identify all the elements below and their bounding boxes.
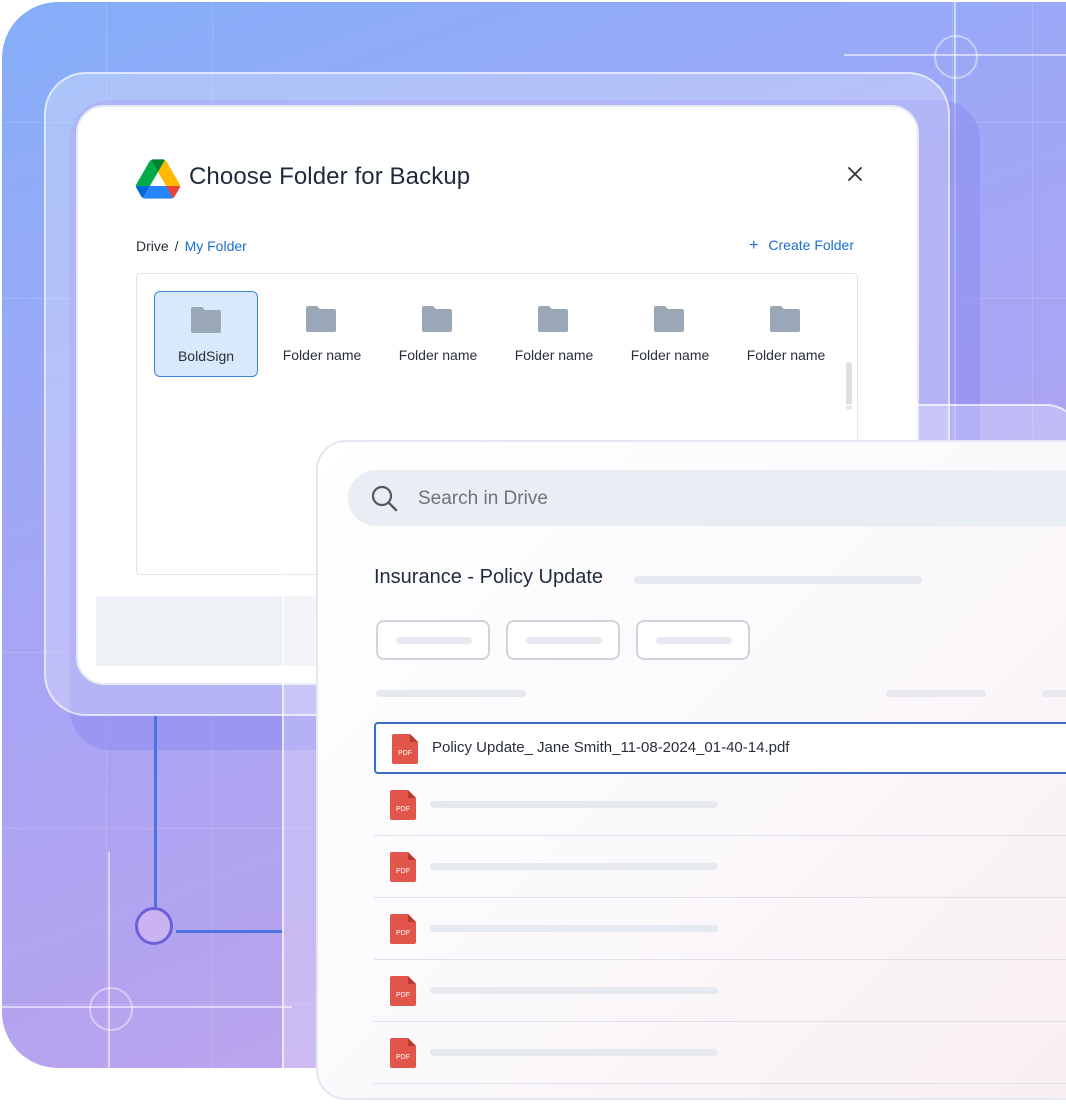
search-icon	[371, 485, 398, 512]
decorative-line	[2, 1006, 292, 1008]
filter-chip[interactable]	[506, 620, 620, 660]
column-header-placeholder	[886, 690, 986, 697]
document-title: Insurance - Policy Update	[374, 566, 604, 588]
google-drive-icon	[136, 159, 180, 199]
pdf-icon: PDF	[390, 790, 416, 820]
folder-item[interactable]: Folder name	[618, 291, 722, 377]
column-header-placeholder	[1042, 690, 1066, 697]
file-name-placeholder	[430, 801, 718, 808]
file-name-placeholder	[430, 925, 718, 932]
folder-item[interactable]: Folder name	[502, 291, 606, 377]
plus-icon: +	[749, 237, 759, 254]
breadcrumb-root[interactable]: Drive	[136, 238, 169, 254]
file-row-selected[interactable]: PDF Policy Update_ Jane Smith_11-08-2024…	[374, 722, 1066, 774]
filter-chip[interactable]	[636, 620, 750, 660]
filter-chip[interactable]	[376, 620, 490, 660]
file-row[interactable]: PDF	[374, 1022, 1066, 1084]
decorative-circle	[934, 35, 978, 79]
folder-name: BoldSign	[177, 348, 235, 364]
folder-item[interactable]: Folder name	[270, 291, 374, 377]
breadcrumb-current[interactable]: My Folder	[185, 238, 247, 254]
close-button[interactable]	[842, 161, 868, 187]
folder-name: Folder name	[398, 347, 478, 363]
folder-name: Folder name	[630, 347, 710, 363]
folder-name: Folder name	[282, 347, 362, 363]
file-row[interactable]: PDF	[374, 898, 1066, 960]
folder-item-boldsign[interactable]: BoldSign	[154, 291, 258, 377]
pdf-icon: PDF	[392, 734, 418, 764]
column-header-placeholder	[376, 690, 526, 697]
connector-line	[176, 930, 282, 933]
folder-icon	[422, 306, 452, 332]
search-input[interactable]	[416, 484, 1020, 514]
svg-text:PDF: PDF	[398, 750, 412, 757]
folder-name: Folder name	[514, 347, 594, 363]
svg-text:PDF: PDF	[396, 992, 410, 999]
pdf-icon: PDF	[390, 976, 416, 1006]
connector-node	[135, 907, 173, 945]
placeholder-bar	[396, 637, 472, 644]
create-folder-label: Create Folder	[768, 237, 854, 253]
folder-item[interactable]: Folder name	[734, 291, 838, 377]
pdf-icon: PDF	[390, 914, 416, 944]
breadcrumb: Drive / My Folder	[136, 238, 247, 254]
pdf-icon: PDF	[390, 1038, 416, 1068]
folder-icon	[191, 307, 221, 333]
create-folder-button[interactable]: + Create Folder	[749, 237, 854, 255]
file-name: Policy Update_ Jane Smith_11-08-2024_01-…	[432, 739, 790, 756]
file-name-placeholder	[430, 987, 718, 994]
file-name-placeholder	[430, 863, 718, 870]
svg-text:PDF: PDF	[396, 868, 410, 875]
folder-icon	[306, 306, 336, 332]
file-name-placeholder	[430, 1049, 718, 1056]
close-icon	[848, 167, 862, 181]
pdf-icon: PDF	[390, 852, 416, 882]
folder-item[interactable]: Folder name	[386, 291, 490, 377]
file-row[interactable]: PDF	[374, 960, 1066, 1022]
svg-text:PDF: PDF	[396, 806, 410, 813]
folder-scrollbar[interactable]	[846, 362, 852, 410]
decorative-circle	[89, 987, 133, 1031]
placeholder-bar	[656, 637, 732, 644]
breadcrumb-separator: /	[174, 238, 179, 254]
placeholder-bar	[526, 637, 602, 644]
connector-line	[154, 716, 157, 910]
decorative-line	[108, 852, 110, 1068]
svg-text:PDF: PDF	[396, 930, 410, 937]
file-row[interactable]: PDF	[374, 836, 1066, 898]
drive-file-panel: Insurance - Policy Update PDF Policy Upd…	[316, 440, 1066, 1100]
folder-name: Folder name	[746, 347, 826, 363]
folder-icon	[654, 306, 684, 332]
file-row[interactable]: PDF	[374, 774, 1066, 836]
folder-icon	[538, 306, 568, 332]
svg-text:PDF: PDF	[396, 1054, 410, 1061]
dialog-title: Choose Folder for Backup	[189, 163, 471, 190]
placeholder-bar	[634, 576, 922, 584]
search-bar[interactable]	[348, 470, 1066, 526]
folder-icon	[770, 306, 800, 332]
